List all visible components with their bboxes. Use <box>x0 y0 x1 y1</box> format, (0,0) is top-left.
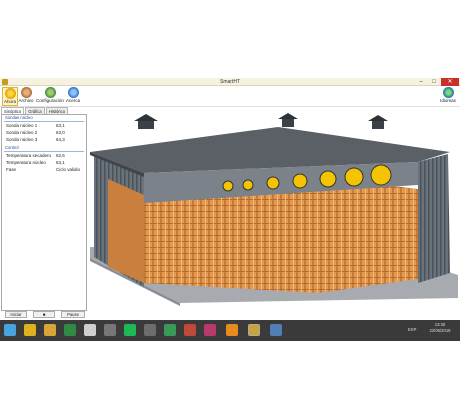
ahora-button[interactable]: Ahora <box>2 87 18 106</box>
title-bar: SmartHT – □ ✕ <box>0 78 460 86</box>
lightning-icon <box>4 88 16 99</box>
clock[interactable]: 13:30 22/06/2018 <box>421 322 459 334</box>
sonda-3-label: Sonda núcleo 3 <box>6 137 38 142</box>
tab-grafica[interactable]: Gráfica <box>25 107 45 114</box>
acerca-label: Acerca <box>65 98 80 103</box>
windows-start-icon[interactable] <box>4 324 16 336</box>
chrome-icon[interactable] <box>24 324 36 336</box>
kiln-synoptic-view <box>90 113 458 306</box>
window-title: SmartHT <box>220 79 240 85</box>
fan-icon <box>292 173 308 189</box>
app-icon[interactable] <box>226 324 238 336</box>
spotify-icon[interactable] <box>124 324 136 336</box>
tab-sinoptico[interactable]: Sinóptico <box>1 107 25 114</box>
archivo-button[interactable]: Archivo <box>18 87 34 106</box>
pallet-stack-side <box>108 179 144 283</box>
tab-strip: Sinóptico Gráfica Histórico <box>1 107 87 114</box>
idiomas-label: Idiomas <box>440 98 456 103</box>
fase-value: Ciclo validio <box>56 167 81 172</box>
app-icon[interactable] <box>104 324 116 336</box>
right-wall <box>418 154 450 283</box>
sonda-3-value: 64,3 <box>56 137 65 142</box>
app-icon[interactable] <box>164 324 176 336</box>
temperatura-nucleo-value: 63,1 <box>56 160 65 165</box>
clock-date: 22/06/2018 <box>429 328 451 333</box>
close-button[interactable]: ✕ <box>441 78 459 86</box>
readings-panel: Sondas núcleo Sonda núcleo 1 63,1 Sonda … <box>1 114 87 311</box>
roof-vent-icon <box>368 115 388 121</box>
windows-taskbar: ESP 13:30 22/06/2018 <box>0 320 460 341</box>
archivo-label: Archivo <box>18 98 34 103</box>
fase-label: Fase <box>6 167 17 172</box>
roof-vent-icon <box>138 121 154 129</box>
roof-vent-icon <box>134 114 158 121</box>
temperatura-nucleo-label: Temperatura núcleo <box>6 160 46 165</box>
temperatura-secadero-label: Temperatura secadero <box>6 153 52 158</box>
globe-icon <box>442 87 454 98</box>
minimize-button[interactable]: – <box>415 78 427 86</box>
configuracion-label: Configuración <box>36 98 64 103</box>
fan-icon <box>319 170 337 188</box>
app-window: SmartHT – □ ✕ Ahora Archivo Configuració… <box>0 78 460 341</box>
folder-icon <box>20 87 32 98</box>
sonda-2-value: 63,0 <box>56 130 65 135</box>
tab-historico[interactable]: Histórico <box>45 107 69 114</box>
app-icon[interactable] <box>144 324 156 336</box>
temperatura-secadero-value: 62,6 <box>56 153 65 158</box>
ahora-label: Ahora <box>3 99 16 104</box>
divider <box>4 151 84 152</box>
acerca-button[interactable]: Acerca <box>64 87 82 106</box>
fan-icon <box>344 167 364 187</box>
fan-icon <box>370 164 392 186</box>
file-explorer-icon[interactable] <box>44 324 56 336</box>
app-icon[interactable] <box>184 324 196 336</box>
language-indicator[interactable]: ESP <box>408 327 416 332</box>
configuracion-button[interactable]: Configuración <box>36 87 64 106</box>
sondas-group-header: Sondas núcleo <box>5 115 33 120</box>
roof-vent-icon <box>282 119 294 127</box>
excel-icon[interactable] <box>64 324 76 336</box>
maximize-button[interactable]: □ <box>428 78 440 86</box>
roof-vent-icon <box>372 121 384 129</box>
idiomas-button[interactable]: Idiomas <box>438 87 458 106</box>
smartht-taskbar-icon[interactable] <box>248 324 260 336</box>
app-icon[interactable] <box>270 324 282 336</box>
info-icon <box>67 87 79 98</box>
sonda-1-value: 63,1 <box>56 123 65 128</box>
stop-button[interactable]: ■ <box>33 311 55 318</box>
control-group-header: Control <box>5 145 19 150</box>
fan-icon <box>266 176 280 190</box>
home-icon[interactable] <box>84 324 96 336</box>
roof-vents <box>134 113 388 129</box>
roof-vent-icon <box>278 113 298 119</box>
app-icon[interactable] <box>204 324 216 336</box>
divider <box>4 121 84 122</box>
iniciar-button[interactable]: Iniciar <box>5 311 27 318</box>
gear-icon <box>44 87 56 98</box>
toolbar: Ahora Archivo Configuración Acerca Idiom… <box>0 86 460 107</box>
fan-icon <box>242 179 254 191</box>
pause-button[interactable]: Pause <box>61 311 85 318</box>
fan-icon <box>222 180 234 192</box>
sonda-2-label: Sonda núcleo 2 <box>6 130 38 135</box>
sonda-1-label: Sonda núcleo 1 <box>6 123 38 128</box>
